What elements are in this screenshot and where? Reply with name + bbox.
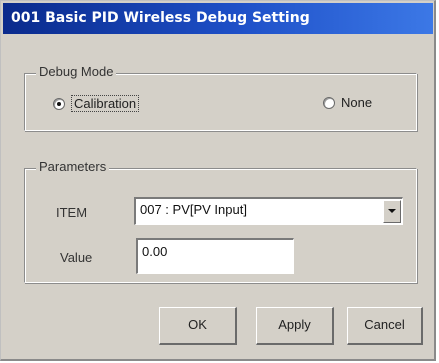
item-label: ITEM bbox=[56, 205, 88, 220]
debug-mode-legend: Debug Mode bbox=[36, 64, 117, 79]
radio-selected-icon bbox=[53, 97, 65, 110]
radio-calibration[interactable]: Calibration bbox=[53, 95, 140, 112]
parameters-legend: Parameters bbox=[36, 159, 110, 174]
item-select-value: 007 : PV[PV Input] bbox=[140, 202, 247, 217]
apply-button[interactable]: Apply bbox=[256, 307, 334, 345]
item-select[interactable]: 007 : PV[PV Input] bbox=[134, 197, 403, 225]
window-title: 001 Basic PID Wireless Debug Setting bbox=[11, 10, 310, 26]
radio-unselected-icon bbox=[323, 96, 335, 109]
cancel-button[interactable]: Cancel bbox=[347, 307, 423, 345]
value-label: Value bbox=[60, 250, 93, 265]
value-input-text: 0.00 bbox=[142, 244, 168, 259]
radio-none-label: None bbox=[341, 95, 373, 110]
ok-button[interactable]: OK bbox=[159, 307, 237, 345]
debug-setting-dialog: 001 Basic PID Wireless Debug Setting Deb… bbox=[0, 0, 436, 361]
title-bar[interactable]: 001 Basic PID Wireless Debug Setting bbox=[3, 3, 433, 34]
chevron-down-icon bbox=[388, 209, 396, 213]
radio-none[interactable]: None bbox=[323, 95, 372, 110]
dropdown-button[interactable] bbox=[383, 200, 401, 223]
value-input[interactable]: 0.00 bbox=[136, 238, 294, 274]
radio-calibration-label: Calibration bbox=[71, 95, 140, 112]
